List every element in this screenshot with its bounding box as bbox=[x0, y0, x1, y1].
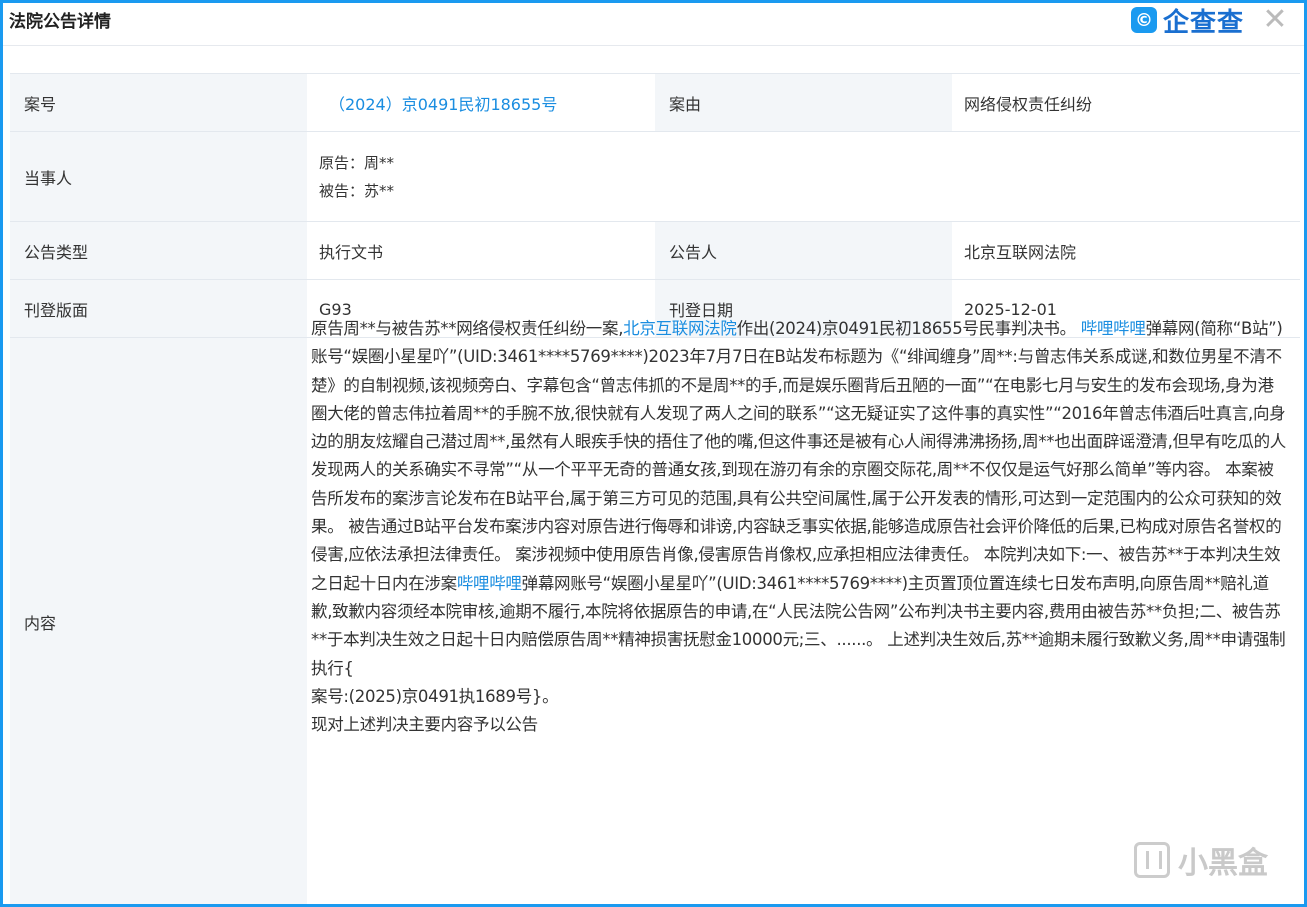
page-label: 刊登版面 bbox=[10, 280, 307, 338]
heybox-logo-icon bbox=[1134, 842, 1170, 878]
cause-label: 案由 bbox=[655, 74, 952, 132]
header-divider bbox=[3, 45, 1304, 46]
cause-value: 网络侵权责任纠纷 bbox=[952, 74, 1300, 132]
watermark: 小黑盒 bbox=[1134, 838, 1268, 882]
close-icon[interactable]: ✕ bbox=[1260, 5, 1290, 35]
case-no-link[interactable]: （2024）京0491民初18655号 bbox=[307, 74, 655, 132]
defendant: 被告：苏** bbox=[319, 182, 395, 200]
content-text: 弹幕网(简称“B站”)账号“娱圈小星星吖”(UID:3461****5769**… bbox=[311, 319, 1286, 593]
dialog-header: 法院公告详情 © 企查查 ✕ bbox=[3, 3, 1304, 39]
case-no-label: 案号 bbox=[10, 74, 307, 132]
content-label: 内容 bbox=[10, 338, 307, 904]
content-case-line: 案号:(2025)京0491执1689号}。 bbox=[311, 686, 559, 706]
parties-label: 当事人 bbox=[10, 132, 307, 222]
table-row: 当事人 原告：周** 被告：苏** bbox=[10, 131, 1300, 222]
content-text: 原告周**与被告苏**网络侵权责任纠纷一案, bbox=[311, 319, 624, 338]
bilibili-link[interactable]: 哔哩哔哩 bbox=[457, 574, 522, 593]
watermark-text: 小黑盒 bbox=[1178, 846, 1268, 881]
dialog-title: 法院公告详情 bbox=[9, 12, 111, 32]
brand-name: 企查查 bbox=[1162, 7, 1244, 38]
announcer-label: 公告人 bbox=[655, 222, 952, 280]
court-link[interactable]: 北京互联网法院 bbox=[623, 319, 737, 338]
qcc-logo-icon: © bbox=[1130, 7, 1157, 33]
bilibili-link[interactable]: 哔哩哔哩 bbox=[1081, 319, 1146, 338]
table-row: 案号 （2024）京0491民初18655号 案由 网络侵权责任纠纷 bbox=[10, 73, 1300, 132]
table-row: 公告类型 执行文书 公告人 北京互联网法院 bbox=[10, 221, 1300, 280]
notice-dialog: 法院公告详情 © 企查查 ✕ 案号 （2024）京0491民初18655号 案由… bbox=[0, 0, 1307, 907]
plaintiff: 原告：周** bbox=[319, 154, 395, 172]
notice-type-label: 公告类型 bbox=[10, 222, 307, 280]
content-end-line: 现对上述判决主要内容予以公告 bbox=[311, 715, 538, 735]
announcer-value: 北京互联网法院 bbox=[952, 222, 1300, 280]
content-text: 作出(2024)京0491民初18655号民事判决书。 bbox=[736, 319, 1081, 338]
notice-content: 原告周**与被告苏**网络侵权责任纠纷一案,北京互联网法院作出(2024)京04… bbox=[311, 315, 1286, 739]
parties-value: 原告：周** 被告：苏** bbox=[307, 132, 1300, 222]
notice-type-value: 执行文书 bbox=[307, 222, 655, 280]
brand-logo: © 企查查 bbox=[1130, 5, 1244, 38]
content-paragraph: 原告周**与被告苏**网络侵权责任纠纷一案,北京互联网法院作出(2024)京04… bbox=[311, 315, 1286, 683]
